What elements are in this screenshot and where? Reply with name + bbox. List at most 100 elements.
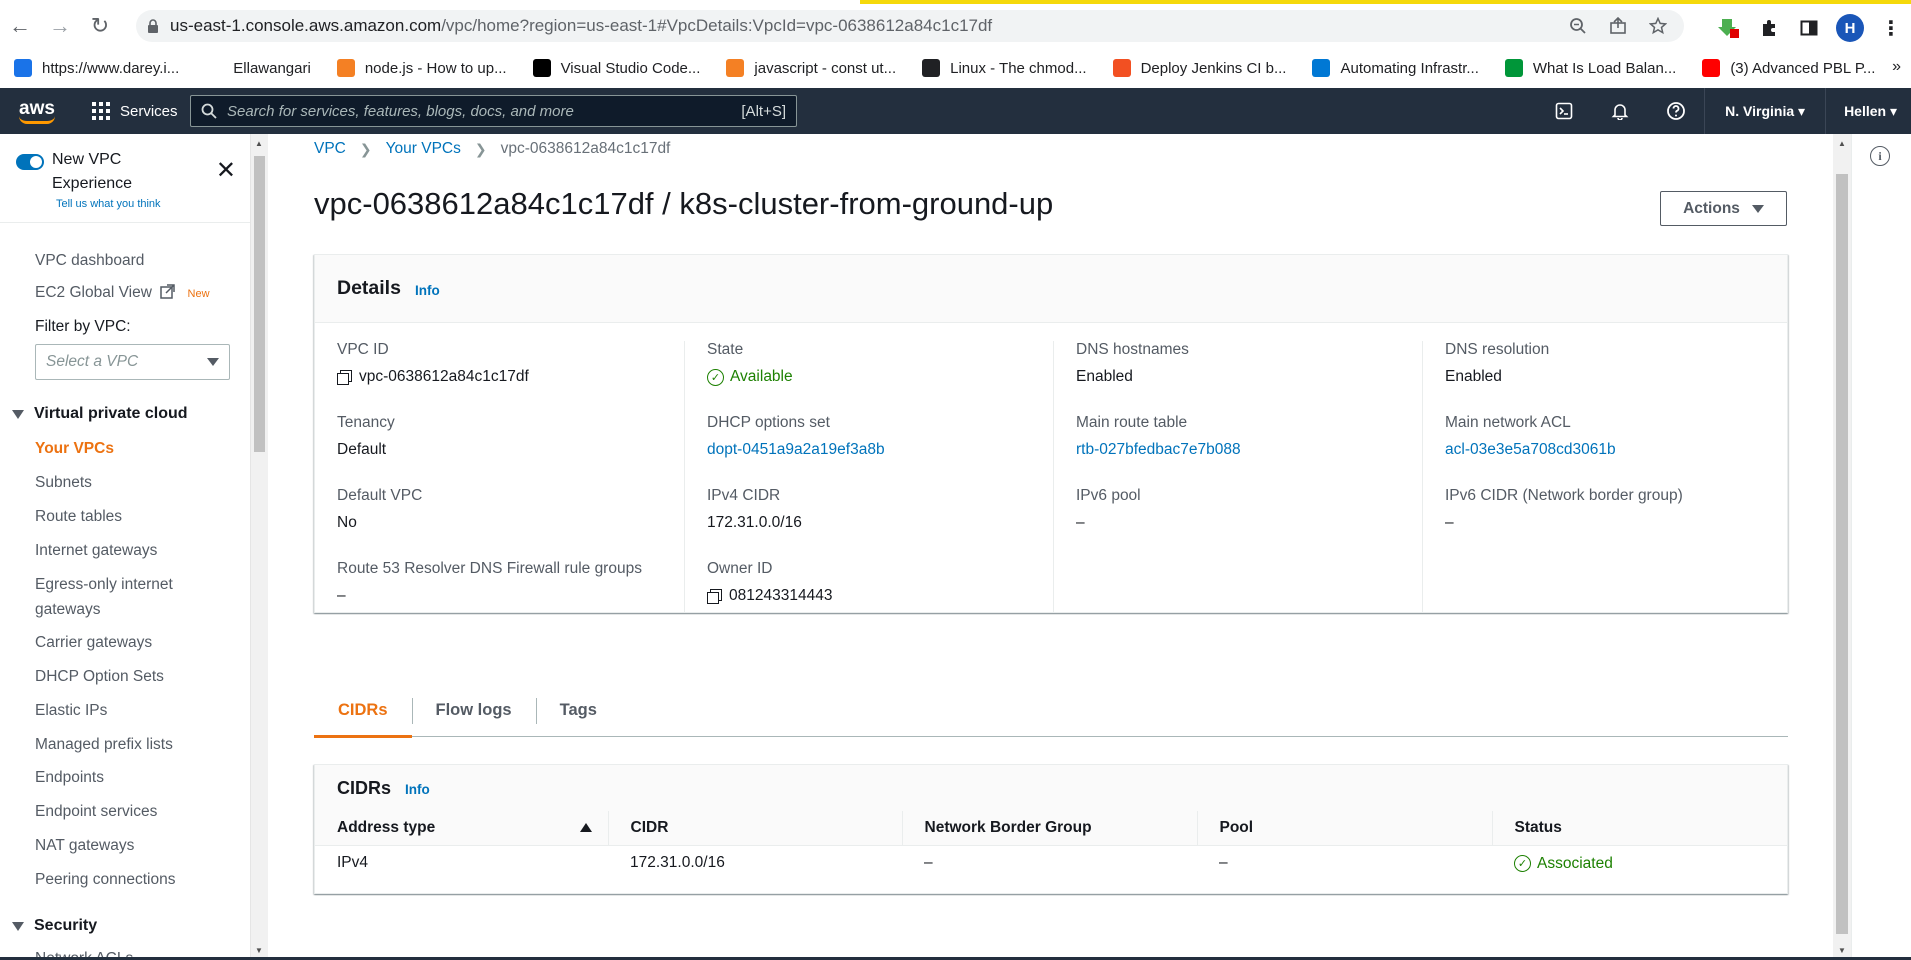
address-bar[interactable]: us-east-1.console.aws.amazon.com/vpc/hom… (136, 10, 1684, 42)
share-icon[interactable] (1606, 14, 1630, 38)
zoom-icon[interactable] (1566, 14, 1590, 38)
tab-cidrs[interactable]: CIDRs (314, 685, 412, 738)
reload-icon[interactable]: ↻ (80, 6, 120, 46)
aws-logo[interactable]: aws (0, 88, 74, 134)
chevron-more-icon[interactable]: » (1892, 58, 1901, 76)
sidepanel-icon[interactable] (1796, 15, 1822, 41)
ipv6-cidr-value: – (1445, 514, 1454, 531)
owner-id-label: Owner ID (707, 560, 773, 577)
sidebar-item-carrier-gateways[interactable]: Carrier gateways (35, 634, 152, 652)
region-selector[interactable]: N. Virginia ▾ (1704, 88, 1825, 134)
sidebar-item-route-tables[interactable]: Route tables (35, 508, 122, 526)
aws-top-nav: aws Services [Alt+S] N. Virginia ▾ Helle… (0, 88, 1911, 134)
search-shortcut: [Alt+S] (741, 102, 786, 120)
section-security[interactable]: Security (12, 917, 97, 935)
sidebar-item-dhcp-option-sets[interactable]: DHCP Option Sets (35, 668, 164, 686)
details-info-link[interactable]: Info (415, 283, 440, 298)
back-arrow-icon[interactable]: ← (0, 6, 40, 46)
dhcp-link[interactable]: dopt-0451a9a2a19ef3a8b (707, 441, 885, 459)
breadcrumb-vpc[interactable]: VPC (314, 140, 346, 158)
bookmark-item[interactable]: What Is Load Balan... (1504, 59, 1676, 77)
copy-icon[interactable] (337, 370, 352, 385)
details-panel: Details Info VPC ID vpc-0638612a84c1c17df… (314, 254, 1788, 613)
puzzle-icon[interactable] (1756, 15, 1782, 41)
sidebar-item-internet-gateways[interactable]: Internet gateways (35, 542, 157, 560)
star-icon[interactable] (1646, 14, 1670, 38)
column-network-border-group[interactable]: Network Border Group (901, 811, 1197, 846)
extension-download-icon[interactable] (1716, 15, 1742, 41)
favicon-icon (205, 59, 223, 77)
ipv6-pool-value: – (1076, 514, 1085, 531)
kebab-menu-icon[interactable]: ⋮ (1878, 15, 1904, 41)
vpc-id-label: VPC ID (337, 341, 389, 358)
cloudshell-icon[interactable] (1536, 88, 1592, 134)
grid-icon (92, 102, 110, 120)
bookmark-item[interactable]: Visual Studio Code... (532, 59, 700, 77)
bookmarks-bar: https://www.darey.i... Ellawangari node.js… (0, 48, 1911, 88)
sidebar-item-peering-connections[interactable]: Peering connections (35, 871, 175, 889)
column-address-type[interactable]: Address type (315, 811, 608, 846)
tab-flow-logs[interactable]: Flow logs (411, 685, 536, 737)
profile-avatar[interactable]: H (1836, 14, 1864, 42)
sidebar-scrollbar[interactable]: ▲ ▼ (250, 134, 268, 960)
caret-down-icon (12, 921, 24, 931)
favicon-icon (1312, 59, 1331, 77)
aws-search-bar[interactable]: [Alt+S] (190, 95, 797, 127)
r53-value: – (337, 587, 346, 604)
sidebar-item-elastic-ips[interactable]: Elastic IPs (35, 702, 107, 720)
sidebar-item-ec2-global-view[interactable]: EC2 Global View New (35, 284, 210, 304)
user-menu[interactable]: Hellen ▾ (1825, 88, 1911, 134)
bookmark-item[interactable]: Deploy Jenkins CI b... (1112, 59, 1287, 77)
bookmark-item[interactable]: javascript - const ut... (726, 59, 896, 77)
feedback-link[interactable]: Tell us what you think (56, 198, 161, 210)
sidebar-item-vpc-dashboard[interactable]: VPC dashboard (35, 252, 144, 270)
bookmark-item[interactable]: (3) Advanced PBL P... (1702, 59, 1875, 77)
sort-ascending-icon[interactable] (579, 823, 592, 832)
close-icon[interactable]: ✕ (216, 156, 236, 185)
sidebar-item-egress-only[interactable]: Egress-only internet (35, 576, 173, 594)
default-vpc-value: No (337, 514, 357, 531)
bookmark-item[interactable]: Linux - The chmod... (922, 59, 1087, 77)
sidebar-item-subnets[interactable]: Subnets (35, 474, 92, 492)
tab-tags[interactable]: Tags (535, 685, 621, 737)
copy-icon[interactable] (707, 589, 722, 604)
forward-arrow-icon[interactable]: → (40, 6, 80, 46)
cidrs-info-link[interactable]: Info (405, 782, 430, 797)
sidebar-item-nat-gateways[interactable]: NAT gateways (35, 837, 134, 855)
column-pool[interactable]: Pool (1196, 811, 1492, 846)
section-virtual-private-cloud[interactable]: Virtual private cloud (12, 405, 188, 423)
state-value: Available (730, 368, 793, 385)
search-input[interactable] (227, 102, 742, 120)
caret-down-icon (1751, 204, 1764, 213)
sidebar-item-endpoint-services[interactable]: Endpoint services (35, 803, 157, 821)
page-title: vpc-0638612a84c1c17df / k8s-cluster-from… (314, 186, 1054, 221)
new-vpc-toggle[interactable] (16, 154, 44, 170)
main-scrollbar[interactable]: ▲ ▼ (1833, 134, 1851, 960)
info-icon[interactable]: i (1870, 146, 1890, 166)
bookmark-item[interactable]: Automating Infrastr... (1312, 59, 1479, 77)
vpc-filter-select[interactable]: Select a VPC (35, 344, 230, 380)
bookmark-item[interactable]: Ellawangari (205, 59, 311, 77)
actions-button[interactable]: Actions (1660, 191, 1787, 226)
sidebar-item-managed-prefix-lists[interactable]: Managed prefix lists (35, 736, 173, 754)
bookmark-item[interactable]: node.js - How to up... (336, 59, 507, 77)
bookmark-item[interactable]: https://www.darey.i... (14, 59, 179, 77)
breadcrumb-your-vpcs[interactable]: Your VPCs (386, 140, 461, 158)
sidebar-item-your-vpcs[interactable]: Your VPCs (35, 440, 114, 458)
column-status[interactable]: Status (1491, 811, 1787, 846)
cidrs-table: Address type CIDR Network Border Group P… (315, 811, 1787, 881)
bookmark-label: Deploy Jenkins CI b... (1140, 59, 1287, 77)
table-row[interactable]: IPv4 172.31.0.0/16 – – ✓ Associated (315, 845, 1787, 881)
column-cidr[interactable]: CIDR (607, 811, 902, 846)
default-vpc-label: Default VPC (337, 487, 423, 504)
new-vpc-title: New VPC Experience (52, 151, 133, 192)
cell-cidr: 172.31.0.0/16 (630, 854, 725, 872)
breadcrumb-current: vpc-0638612a84c1c17df (500, 140, 671, 157)
bell-icon[interactable] (1592, 88, 1648, 134)
main-route-table-link[interactable]: rtb-027bfedbac7e7b088 (1076, 441, 1241, 459)
main-acl-link[interactable]: acl-03e3e5a708cd3061b (1445, 441, 1616, 459)
help-icon[interactable] (1648, 88, 1704, 134)
sidebar-item-endpoints[interactable]: Endpoints (35, 769, 104, 787)
services-menu[interactable]: Services (92, 102, 178, 120)
sidebar-item-egress-only-line2[interactable]: gateways (35, 601, 100, 619)
